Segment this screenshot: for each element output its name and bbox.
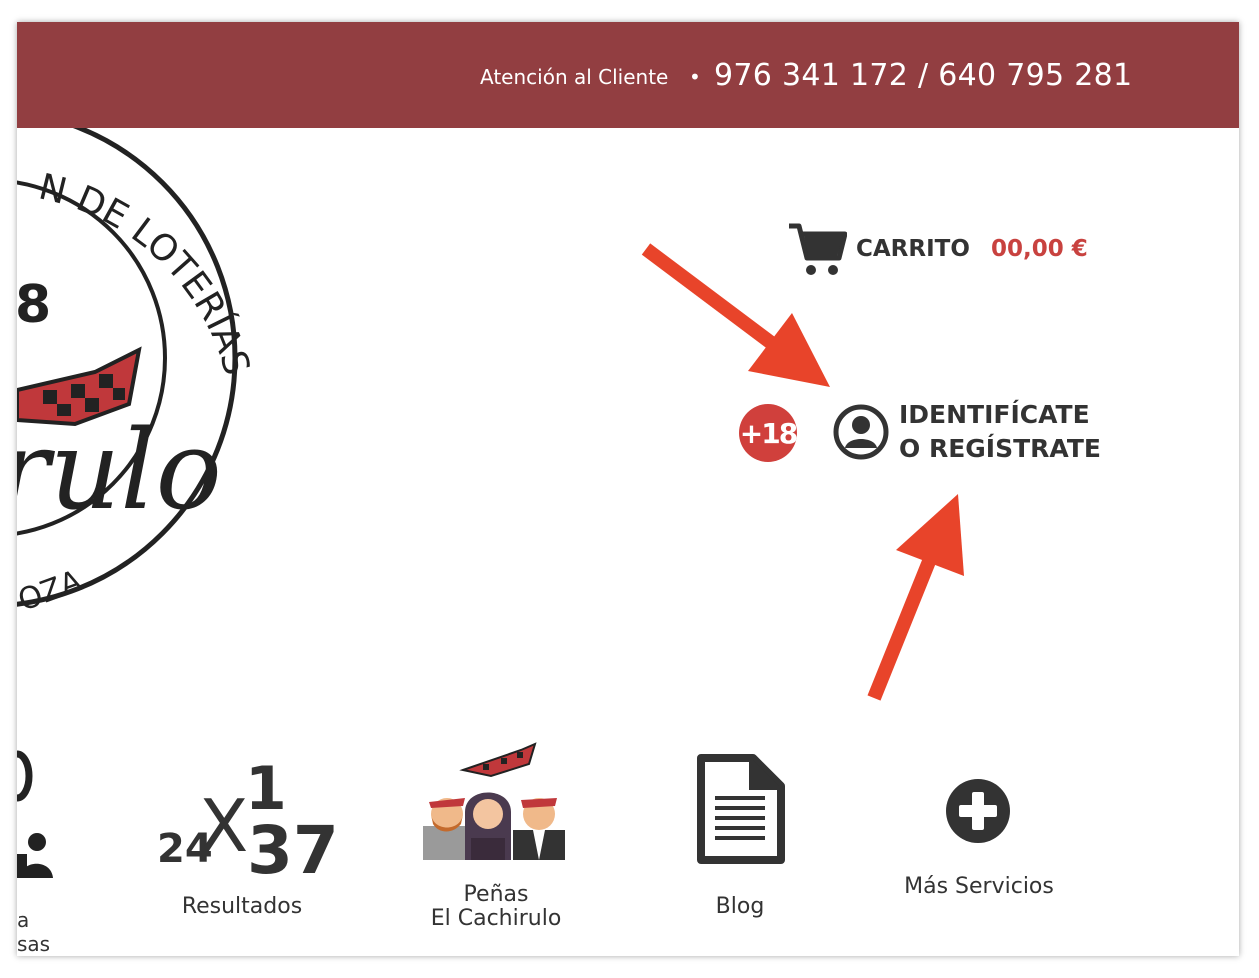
nav-penas-icon[interactable] [421, 742, 571, 862]
logo-arc-text: N DE LOTERÍAS [35, 167, 257, 380]
nav-blog-label[interactable]: Blog [670, 894, 810, 919]
login-register-link[interactable]: IDENTIFÍCATE O REGÍSTRATE [833, 398, 1113, 468]
nav-lotteries-label-line2: sas [17, 932, 51, 956]
phone-numbers[interactable]: 976 341 172 / 640 795 281 [714, 58, 1132, 93]
login-label-line1: IDENTIFÍCATE [899, 400, 1090, 429]
logo-seal-icon: N DE LOTERÍAS 8 rulo OZA [17, 109, 257, 619]
nav-penas-label-line2[interactable]: El Cachirulo [411, 906, 581, 931]
nav-more-icon[interactable] [945, 778, 1011, 844]
age-restriction-badge: +18 [739, 404, 798, 462]
nav-more-label[interactable]: Más Servicios [879, 874, 1079, 899]
results-icon-number-37: 37 [247, 812, 339, 889]
separator-dot: • [689, 65, 701, 89]
nav-lotteries-label-line1: a [17, 908, 30, 932]
nav-item-lotteries[interactable]: a sas [17, 748, 57, 956]
logo-script-text: rulo [17, 406, 222, 534]
cart-total: 00,00 € [991, 236, 1088, 262]
svg-text:N DE LOTERÍAS: N DE LOTERÍAS [35, 167, 257, 380]
cart-icon [789, 223, 847, 275]
lottery-user-icon [17, 750, 53, 878]
browser-viewport: Atención al Cliente • 976 341 172 / 640 … [17, 22, 1239, 956]
plus-circle-icon [946, 779, 1010, 843]
nav-blog-icon[interactable] [695, 752, 787, 866]
logo-bottom-text: OZA [17, 563, 87, 618]
site-logo[interactable]: N DE LOTERÍAS 8 rulo OZA [17, 109, 317, 688]
top-bar: Atención al Cliente • 976 341 172 / 640 … [17, 22, 1239, 128]
customer-support-label: Atención al Cliente [480, 65, 669, 89]
logo-number: 8 [17, 275, 51, 335]
nav-results-label[interactable]: Resultados [157, 894, 327, 919]
results-icon-x: X [199, 784, 249, 868]
penas-group-icon [423, 742, 565, 860]
results-icon[interactable]: 24 X 1 37 [155, 754, 339, 889]
document-icon [697, 754, 785, 864]
user-circle-icon [833, 404, 889, 460]
cart-label: CARRITO [856, 236, 970, 262]
nav-penas-label-line1[interactable]: Peñas [421, 882, 571, 907]
login-label-line2: O REGÍSTRATE [899, 434, 1101, 463]
